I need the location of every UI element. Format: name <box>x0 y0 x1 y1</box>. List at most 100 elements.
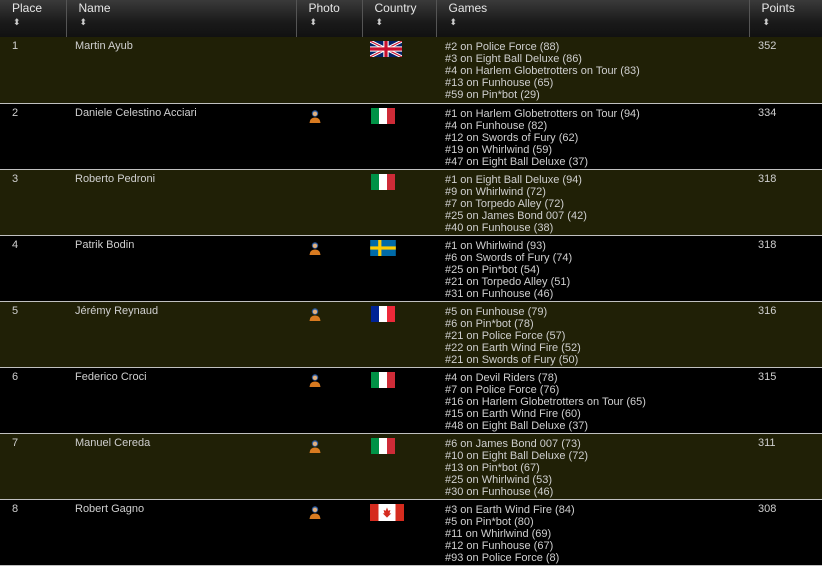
table-row: 3 Roberto Pedroni #1 on Eight Ball Deluxe … <box>0 169 822 235</box>
flag-it-icon <box>370 437 396 457</box>
game-entry[interactable]: #59 on Pin*bot (29) <box>445 89 749 101</box>
player-name[interactable]: Roberto Pedroni <box>66 169 296 235</box>
game-entry[interactable]: #21 on Torpedo Alley (51) <box>445 276 749 288</box>
user-photo-icon[interactable] <box>308 373 322 390</box>
photo-cell <box>296 235 362 301</box>
games-cell: #3 on Earth Wind Fire (84) #5 on Pin*bot … <box>436 499 749 565</box>
game-entry[interactable]: #6 on James Bond 007 (73) <box>445 438 749 450</box>
player-name[interactable]: Robert Gagno <box>66 499 296 565</box>
flag-it-icon <box>370 107 396 127</box>
games-cell: #4 on Devil Riders (78) #7 on Police Forc… <box>436 367 749 433</box>
game-entry[interactable]: #15 on Earth Wind Fire (60) <box>445 408 749 420</box>
photo-cell <box>296 499 362 565</box>
player-name[interactable]: Jérémy Reynaud <box>66 301 296 367</box>
rankings-table: Place ⬍ Name ⬍ Photo ⬍ Country ⬍ Games ⬍ Poin… <box>0 0 822 566</box>
header-photo[interactable]: Photo ⬍ <box>296 0 363 37</box>
user-photo-icon[interactable] <box>308 109 322 126</box>
game-entry[interactable]: #11 on Whirlwind (69) <box>445 528 749 540</box>
player-name[interactable]: Federico Croci <box>66 367 296 433</box>
header-points[interactable]: Points ⬍ <box>749 0 822 37</box>
game-entry[interactable]: #6 on Pin*bot (78) <box>445 318 749 330</box>
games-cell: #2 on Police Force (88) #3 on Eight Ball … <box>436 37 749 103</box>
table-row: 2 Daniele Celestino Acciari #1 on Harlem G… <box>0 103 822 169</box>
photo-cell <box>296 433 362 499</box>
game-entry[interactable]: #30 on Funhouse (46) <box>445 486 749 498</box>
game-entry[interactable]: #5 on Funhouse (79) <box>445 306 749 318</box>
game-entry[interactable]: #6 on Swords of Fury (74) <box>445 252 749 264</box>
sort-icon[interactable]: ⬍ <box>437 15 749 27</box>
game-entry[interactable]: #1 on Whirlwind (93) <box>445 240 749 252</box>
place-cell: 7 <box>0 433 66 499</box>
game-entry[interactable]: #12 on Swords of Fury (62) <box>445 132 749 144</box>
player-name[interactable]: Martin Ayub <box>66 37 296 103</box>
sort-icon[interactable]: ⬍ <box>0 15 66 27</box>
photo-cell <box>296 169 362 235</box>
sort-icon[interactable]: ⬍ <box>750 15 822 27</box>
player-name[interactable]: Daniele Celestino Acciari <box>66 103 296 169</box>
game-entry[interactable]: #21 on Swords of Fury (50) <box>445 354 749 366</box>
game-entry[interactable]: #10 on Eight Ball Deluxe (72) <box>445 450 749 462</box>
flag-fr-icon <box>370 305 396 325</box>
table-row: 7 Manuel Cereda #6 on James Bond 007 (73) #… <box>0 433 822 499</box>
game-entry[interactable]: #40 on Funhouse (38) <box>445 222 749 234</box>
flag-it-icon <box>370 173 396 193</box>
game-entry[interactable]: #25 on James Bond 007 (42) <box>445 210 749 222</box>
game-entry[interactable]: #25 on Pin*bot (54) <box>445 264 749 276</box>
game-entry[interactable]: #19 on Whirlwind (59) <box>445 144 749 156</box>
player-name[interactable]: Patrik Bodin <box>66 235 296 301</box>
photo-cell <box>296 103 362 169</box>
game-entry[interactable]: #7 on Police Force (76) <box>445 384 749 396</box>
points-cell: 352 <box>749 37 822 103</box>
points-cell: 318 <box>749 169 822 235</box>
user-photo-icon[interactable] <box>308 241 322 258</box>
game-entry[interactable]: #13 on Funhouse (65) <box>445 77 749 89</box>
game-entry[interactable]: #13 on Pin*bot (67) <box>445 462 749 474</box>
player-name[interactable]: Manuel Cereda <box>66 433 296 499</box>
game-entry[interactable]: #21 on Police Force (57) <box>445 330 749 342</box>
table-row: 5 Jérémy Reynaud #5 on Funhouse (79) #6 on … <box>0 301 822 367</box>
photo-cell <box>296 37 362 103</box>
points-cell: 308 <box>749 499 822 565</box>
game-entry[interactable]: #31 on Funhouse (46) <box>445 288 749 300</box>
header-games[interactable]: Games ⬍ <box>436 0 750 37</box>
country-cell <box>362 367 436 433</box>
games-cell: #6 on James Bond 007 (73) #10 on Eight Ba… <box>436 433 749 499</box>
user-photo-icon[interactable] <box>308 505 322 522</box>
game-entry[interactable]: #1 on Eight Ball Deluxe (94) <box>445 174 749 186</box>
sort-icon[interactable]: ⬍ <box>363 15 436 27</box>
user-photo-icon[interactable] <box>308 307 322 324</box>
header-country[interactable]: Country ⬍ <box>362 0 437 37</box>
game-entry[interactable]: #4 on Harlem Globetrotters on Tour (83) <box>445 65 749 77</box>
sort-icon[interactable]: ⬍ <box>67 15 296 27</box>
game-entry[interactable]: #4 on Devil Riders (78) <box>445 372 749 384</box>
games-cell: #1 on Whirlwind (93) #6 on Swords of Fury… <box>436 235 749 301</box>
user-photo-icon[interactable] <box>308 439 322 456</box>
place-cell: 6 <box>0 367 66 433</box>
game-entry[interactable]: #16 on Harlem Globetrotters on Tour (65) <box>445 396 749 408</box>
game-entry[interactable]: #3 on Earth Wind Fire (84) <box>445 504 749 516</box>
country-cell <box>362 235 436 301</box>
game-entry[interactable]: #9 on Whirlwind (72) <box>445 186 749 198</box>
game-entry[interactable]: #48 on Eight Ball Deluxe (37) <box>445 420 749 432</box>
game-entry[interactable]: #47 on Eight Ball Deluxe (37) <box>445 156 749 168</box>
game-entry[interactable]: #5 on Pin*bot (80) <box>445 516 749 528</box>
game-entry[interactable]: #1 on Harlem Globetrotters on Tour (94) <box>445 108 749 120</box>
place-cell: 1 <box>0 37 66 103</box>
game-entry[interactable]: #22 on Earth Wind Fire (52) <box>445 342 749 354</box>
game-entry[interactable]: #93 on Police Force (8) <box>445 552 749 564</box>
game-entry[interactable]: #2 on Police Force (88) <box>445 41 749 53</box>
table-row: 1 Martin Ayub #2 on Police Force (88) #3 on… <box>0 37 822 103</box>
game-entry[interactable]: #4 on Funhouse (82) <box>445 120 749 132</box>
points-cell: 316 <box>749 301 822 367</box>
game-entry[interactable]: #12 on Funhouse (67) <box>445 540 749 552</box>
sort-icon[interactable]: ⬍ <box>297 15 362 27</box>
points-cell: 311 <box>749 433 822 499</box>
place-cell: 2 <box>0 103 66 169</box>
header-name[interactable]: Name ⬍ <box>66 0 297 37</box>
game-entry[interactable]: #25 on Whirlwind (53) <box>445 474 749 486</box>
header-place[interactable]: Place ⬍ <box>0 0 67 37</box>
country-cell <box>362 37 436 103</box>
place-cell: 3 <box>0 169 66 235</box>
game-entry[interactable]: #3 on Eight Ball Deluxe (86) <box>445 53 749 65</box>
game-entry[interactable]: #7 on Torpedo Alley (72) <box>445 198 749 210</box>
